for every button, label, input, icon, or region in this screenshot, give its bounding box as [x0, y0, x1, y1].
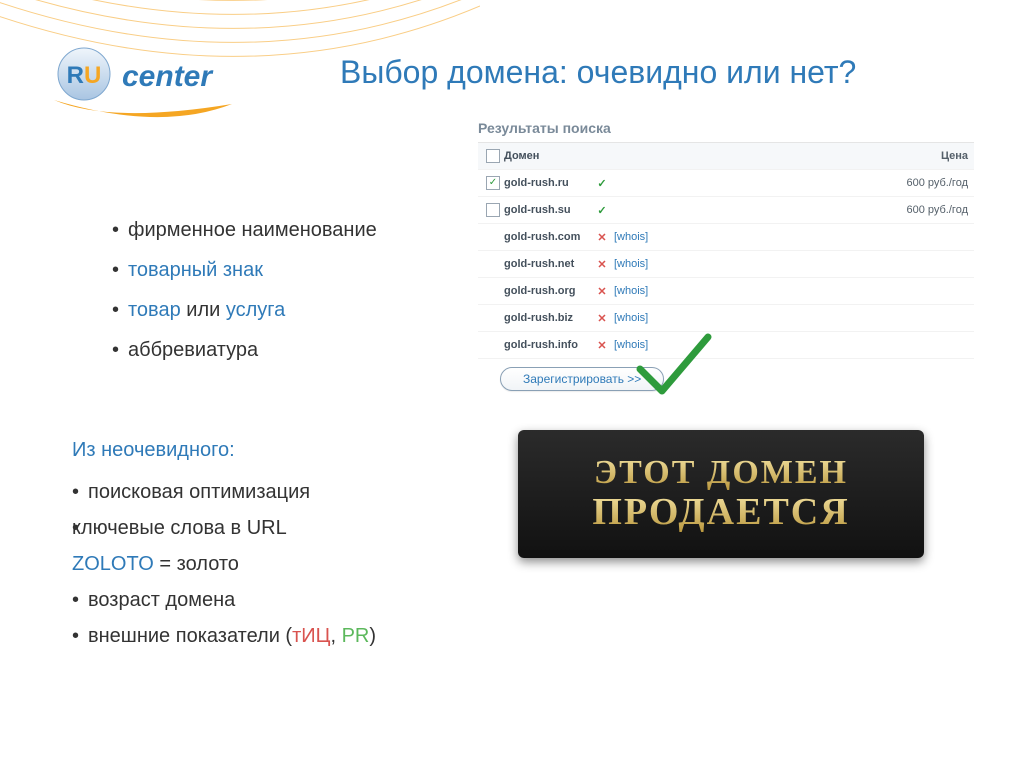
- bullet-list-nonobvious: Из неочевидного: поисковая оптимизация к…: [72, 432, 432, 654]
- check-icon: ✓: [590, 177, 614, 190]
- bullet-trademark: товарный знак: [112, 250, 472, 290]
- forsale-line1: ЭТОТ ДОМЕН: [594, 454, 848, 491]
- bullet-domain-age: возраст домена: [72, 582, 432, 618]
- slide-title: Выбор домена: очевидно или нет?: [340, 54, 984, 91]
- row-domain: gold-rush.su: [504, 204, 590, 216]
- row-domain: gold-rush.com: [504, 231, 590, 243]
- whois-link[interactable]: [whois]: [614, 258, 648, 270]
- row-checkbox[interactable]: [486, 203, 500, 217]
- bullet-keywords: ключевые слова в URL: [72, 510, 432, 546]
- table-row: gold-rush.org✕[whois]: [478, 278, 974, 305]
- search-results-title: Результаты поиска: [478, 120, 974, 136]
- whois-link[interactable]: [whois]: [614, 312, 648, 324]
- zoloto-example: ZOLOTO = золото: [72, 546, 432, 582]
- table-row: gold-rush.su✓ 600 руб./год: [478, 197, 974, 224]
- cross-icon: ✕: [590, 285, 614, 298]
- whois-link[interactable]: [whois]: [614, 339, 648, 351]
- row-domain: gold-rush.net: [504, 258, 590, 270]
- bullet-seo: поисковая оптимизация: [72, 474, 432, 510]
- row-domain: gold-rush.info: [504, 339, 590, 351]
- cross-icon: ✕: [590, 231, 614, 244]
- table-row: gold-rush.info✕[whois]: [478, 332, 974, 359]
- check-icon: ✓: [590, 204, 614, 217]
- table-row: gold-rush.biz✕[whois]: [478, 305, 974, 332]
- cross-icon: ✕: [590, 339, 614, 352]
- cross-icon: ✕: [590, 312, 614, 325]
- rucenter-logo: RU center: [50, 40, 280, 124]
- register-button[interactable]: Зарегистрировать >>: [500, 367, 664, 391]
- table-header: Домен Цена: [478, 143, 974, 170]
- whois-link[interactable]: [whois]: [614, 231, 648, 243]
- bullet-company-name: фирменное наименование: [112, 210, 472, 250]
- bullet-abbrev: аббревиатура: [112, 330, 472, 370]
- row-price: 600 руб./год: [906, 177, 968, 189]
- cross-icon: ✕: [590, 258, 614, 271]
- bullet-external: внешние показатели (тИЦ, PR): [72, 618, 432, 654]
- header-price: Цена: [941, 150, 968, 162]
- domain-table: Домен Цена ✓gold-rush.ru✓600 руб./годgol…: [478, 142, 974, 359]
- forsale-line2: ПРОДАЕТСЯ: [592, 492, 849, 534]
- table-row: gold-rush.com✕[whois]: [478, 224, 974, 251]
- row-domain: gold-rush.ru: [504, 177, 590, 189]
- search-results-panel: Результаты поиска Домен Цена ✓gold-rush.…: [478, 120, 974, 391]
- select-all-checkbox[interactable]: [486, 149, 500, 163]
- logo-center-text: center: [122, 60, 214, 93]
- row-checkbox[interactable]: ✓: [486, 176, 500, 190]
- table-row: gold-rush.net✕[whois]: [478, 251, 974, 278]
- table-row: ✓gold-rush.ru✓600 руб./год: [478, 170, 974, 197]
- nonobvious-heading: Из неочевидного:: [72, 432, 432, 468]
- header-domain: Домен: [504, 150, 590, 162]
- bullet-product-service: товар или услуга: [112, 290, 472, 330]
- row-domain: gold-rush.org: [504, 285, 590, 297]
- svg-text:RU: RU: [67, 62, 102, 89]
- row-domain: gold-rush.biz: [504, 312, 590, 324]
- whois-link[interactable]: [whois]: [614, 285, 648, 297]
- bullet-list-obvious: фирменное наименование товарный знак тов…: [72, 210, 472, 370]
- row-price: 600 руб./год: [906, 204, 968, 216]
- domain-for-sale-banner: ЭТОТ ДОМЕН ПРОДАЕТСЯ: [518, 430, 924, 558]
